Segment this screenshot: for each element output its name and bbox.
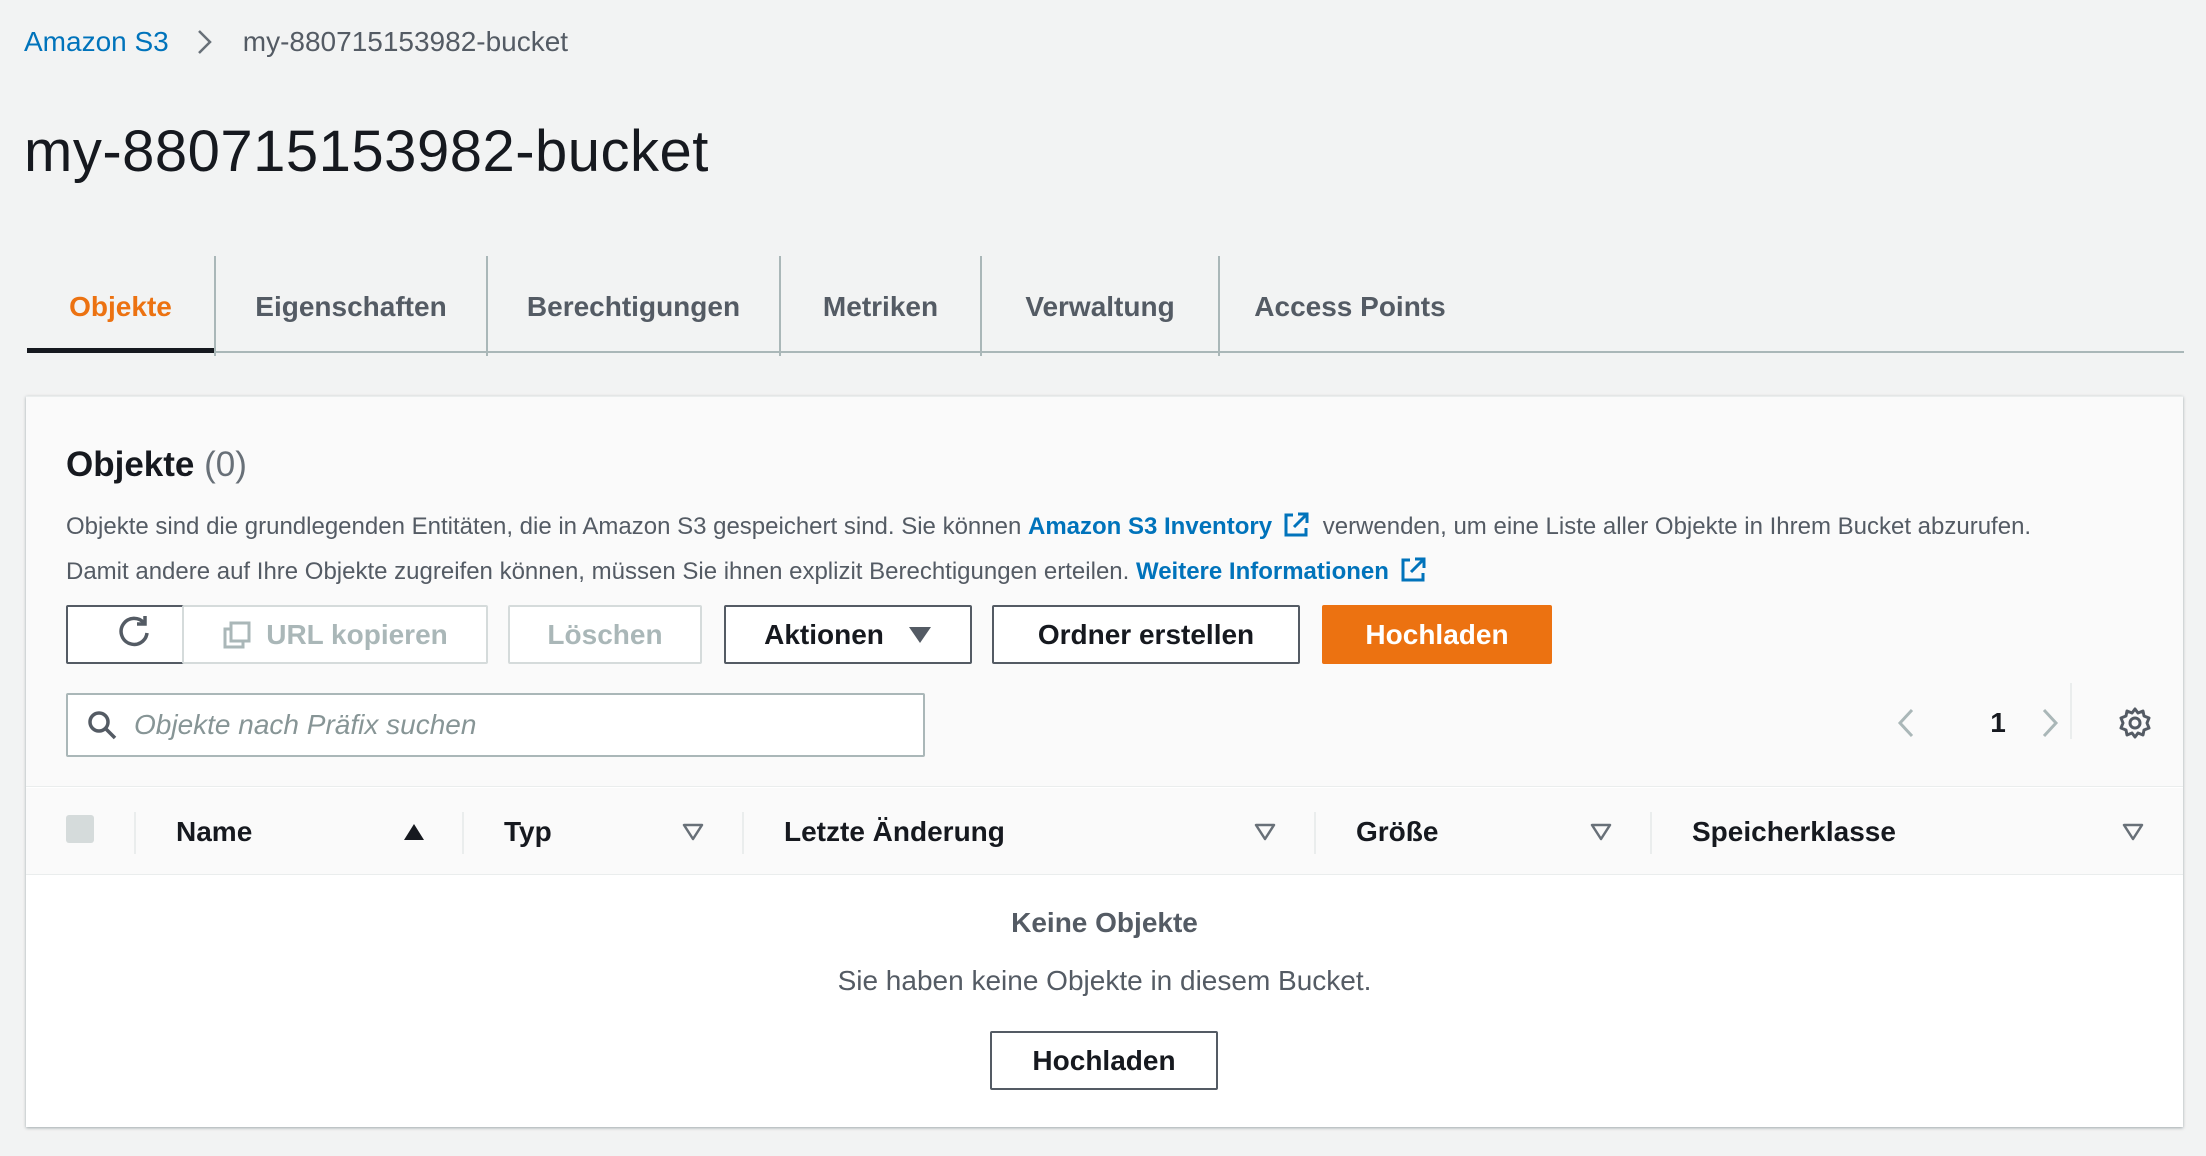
page-number-button[interactable]: 1: [1978, 691, 2018, 755]
column-header-storage-class[interactable]: Speicherklasse: [1692, 788, 1896, 875]
delete-button[interactable]: Löschen: [508, 605, 702, 664]
chevron-left-icon: [1896, 707, 1916, 739]
objects-panel-description: Objekte sind die grundlegenden Entitäten…: [66, 507, 2166, 597]
tab-properties[interactable]: Eigenschaften: [216, 262, 486, 351]
chevron-right-icon: [197, 29, 213, 55]
empty-state-description: Sie haben keine Objekte in diesem Bucket…: [837, 965, 1372, 996]
refresh-icon: [116, 613, 152, 656]
external-link-icon: [1282, 511, 1310, 552]
column-header-last-modified[interactable]: Letzte Änderung: [784, 788, 1005, 875]
breadcrumb: Amazon S3 my-880715153982-bucket: [24, 26, 568, 58]
current-page-number: 1: [1990, 707, 2006, 738]
sort-desc-icon[interactable]: [2122, 788, 2144, 875]
description-text: verwenden, um eine Liste aller Objekte i…: [1316, 513, 2032, 540]
next-page-button[interactable]: [2040, 691, 2072, 755]
tab-bar: Objekte Eigenschaften Berechtigungen Met…: [27, 255, 2184, 356]
objects-table-header: Name Typ Letzte Änderung Größe Speicherk…: [26, 788, 2183, 875]
description-text: Damit andere auf Ihre Objekte zugreifen …: [66, 558, 1136, 585]
create-folder-button[interactable]: Ordner erstellen: [992, 605, 1300, 664]
column-divider: [1314, 812, 1316, 854]
column-header-name[interactable]: Name: [176, 788, 252, 875]
select-all-checkbox[interactable]: [66, 815, 94, 843]
empty-state-title: Keine Objekte: [1011, 907, 1198, 938]
tab-access-points[interactable]: Access Points: [1220, 262, 1480, 351]
more-info-link[interactable]: Weitere Informationen: [1136, 558, 1389, 585]
external-link-icon: [1399, 556, 1427, 597]
column-divider: [742, 812, 744, 854]
copy-url-button[interactable]: URL kopieren: [182, 605, 488, 664]
breadcrumb-current: my-880715153982-bucket: [242, 26, 569, 57]
empty-state-upload-button[interactable]: Hochladen: [990, 1031, 1218, 1090]
column-divider: [1650, 812, 1652, 854]
search-field[interactable]: [66, 693, 925, 757]
preferences-button[interactable]: [2118, 691, 2158, 755]
search-input[interactable]: [134, 709, 894, 741]
objects-panel-title: Objekte (0): [66, 445, 247, 485]
description-text: Objekte sind die grundlegenden Entitäten…: [66, 513, 1028, 540]
copy-url-label: URL kopieren: [266, 618, 448, 650]
pager-divider: [2070, 683, 2072, 739]
sort-desc-icon[interactable]: [1590, 788, 1612, 875]
actions-dropdown-button[interactable]: Aktionen: [724, 605, 972, 664]
caret-down-icon: [908, 626, 932, 644]
inventory-link[interactable]: Amazon S3 Inventory: [1028, 513, 1272, 540]
objects-panel-title-text: Objekte: [66, 445, 195, 484]
chevron-right-icon: [2040, 707, 2060, 739]
breadcrumb-amazon-s3-link[interactable]: Amazon S3: [24, 26, 169, 58]
page-title: my-880715153982-bucket: [24, 119, 709, 184]
sort-asc-icon[interactable]: [403, 788, 425, 875]
tab-metrics[interactable]: Metriken: [781, 262, 980, 351]
column-divider: [134, 812, 136, 854]
previous-page-button[interactable]: [1896, 691, 1928, 755]
column-divider: [462, 812, 464, 854]
objects-panel: Objekte (0) Objekte sind die grundlegend…: [26, 396, 2183, 1127]
actions-label: Aktionen: [764, 618, 884, 650]
tab-management[interactable]: Verwaltung: [982, 262, 1218, 351]
sort-desc-icon[interactable]: [1254, 788, 1276, 875]
search-icon: [86, 709, 118, 741]
gear-icon: [2118, 706, 2152, 740]
tab-objects[interactable]: Objekte: [27, 262, 214, 353]
column-header-type[interactable]: Typ: [504, 788, 552, 875]
column-header-size[interactable]: Größe: [1356, 788, 1438, 875]
objects-count: (0): [204, 445, 247, 484]
s3-bucket-page: Amazon S3 my-880715153982-bucket my-8807…: [0, 0, 2206, 1156]
tab-permissions[interactable]: Berechtigungen: [488, 262, 779, 351]
upload-button[interactable]: Hochladen: [1322, 605, 1552, 664]
objects-panel-header: Objekte (0) Objekte sind die grundlegend…: [26, 397, 2183, 787]
sort-desc-icon[interactable]: [682, 788, 704, 875]
copy-icon: [222, 620, 252, 650]
